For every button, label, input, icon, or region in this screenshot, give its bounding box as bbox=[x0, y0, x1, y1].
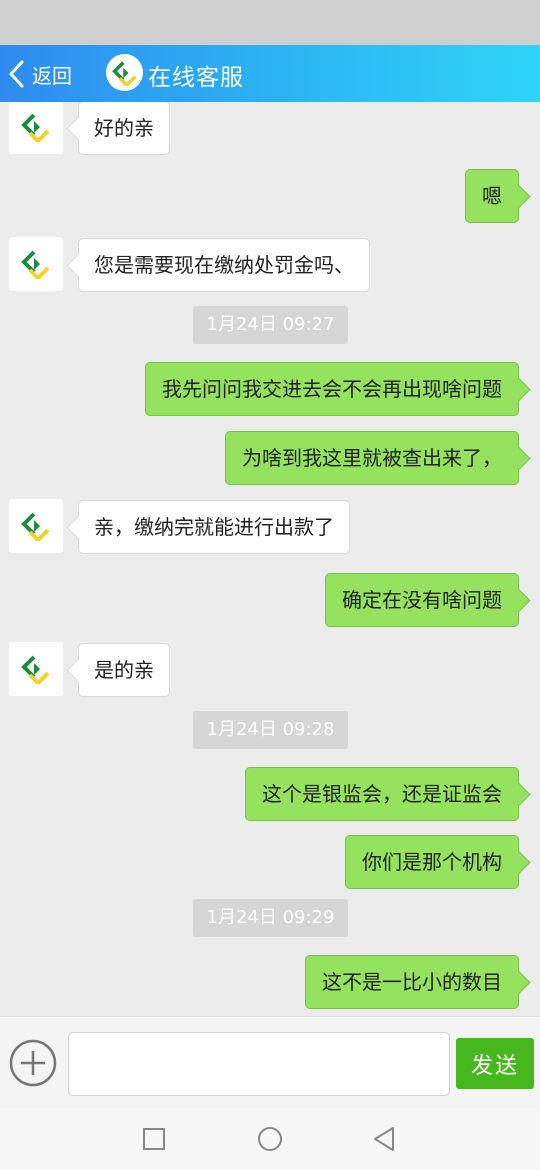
send-button[interactable]: 发送 bbox=[456, 1038, 534, 1089]
agent-avatar[interactable] bbox=[9, 499, 63, 553]
agent-avatar[interactable] bbox=[9, 237, 63, 291]
outgoing-message-bubble[interactable]: 这不是一比小的数目 bbox=[305, 955, 519, 1009]
plus-circle-icon bbox=[9, 1039, 57, 1087]
nav-recent-button[interactable] bbox=[137, 1122, 171, 1156]
input-bar: 发送 bbox=[0, 1016, 540, 1108]
message-input[interactable] bbox=[68, 1032, 450, 1096]
back-label: 返回 bbox=[32, 63, 72, 88]
outgoing-message-bubble[interactable]: 确定在没有啥问题 bbox=[325, 573, 519, 627]
outgoing-message-bubble[interactable]: 你们是那个机构 bbox=[345, 835, 519, 889]
chat-area[interactable]: 好的亲嗯您是需要现在缴纳处罚金吗、 1月24日 09:27 我先问问我交进去会不会再… bbox=[0, 102, 540, 1016]
agent-avatar[interactable] bbox=[9, 102, 63, 154]
service-logo-icon bbox=[21, 250, 50, 279]
incoming-message-bubble[interactable]: 您是需要现在缴纳处罚金吗、 bbox=[78, 238, 370, 292]
circle-icon bbox=[258, 1127, 282, 1151]
outgoing-message-bubble[interactable]: 我先问问我交进去会不会再出现啥问题 bbox=[145, 362, 519, 416]
incoming-message-bubble[interactable]: 亲，缴纳完就能进行出款了 bbox=[78, 500, 350, 554]
top-bar: 返回 在线客服 bbox=[0, 45, 540, 102]
page-title: 在线客服 bbox=[148, 65, 244, 91]
incoming-message-bubble[interactable]: 是的亲 bbox=[78, 643, 170, 697]
service-logo-icon bbox=[111, 60, 137, 86]
service-logo-icon bbox=[21, 512, 50, 541]
status-bar bbox=[0, 0, 540, 45]
square-icon bbox=[143, 1128, 165, 1150]
outgoing-message-bubble[interactable]: 为啥到我这里就被查出来了， bbox=[225, 431, 519, 485]
outgoing-message-bubble[interactable]: 这个是银监会，还是证监会 bbox=[245, 767, 519, 821]
service-logo-icon bbox=[21, 655, 50, 684]
message-timestamp: 1月24日 09:27 bbox=[193, 306, 348, 344]
chevron-left-icon bbox=[9, 60, 24, 88]
message-timestamp: 1月24日 09:29 bbox=[193, 899, 348, 937]
add-attachment-button[interactable] bbox=[8, 1038, 58, 1088]
back-button[interactable]: 返回 bbox=[6, 54, 72, 94]
system-nav-bar bbox=[0, 1108, 540, 1170]
agent-avatar[interactable] bbox=[9, 642, 63, 696]
incoming-message-bubble[interactable]: 好的亲 bbox=[78, 102, 170, 155]
service-logo-icon bbox=[21, 113, 50, 142]
message-timestamp: 1月24日 09:28 bbox=[193, 711, 348, 749]
nav-home-button[interactable] bbox=[253, 1122, 287, 1156]
outgoing-message-bubble[interactable]: 嗯 bbox=[465, 169, 519, 223]
agent-avatar bbox=[106, 54, 143, 91]
nav-back-button[interactable] bbox=[367, 1122, 401, 1156]
triangle-back-icon bbox=[374, 1127, 394, 1151]
